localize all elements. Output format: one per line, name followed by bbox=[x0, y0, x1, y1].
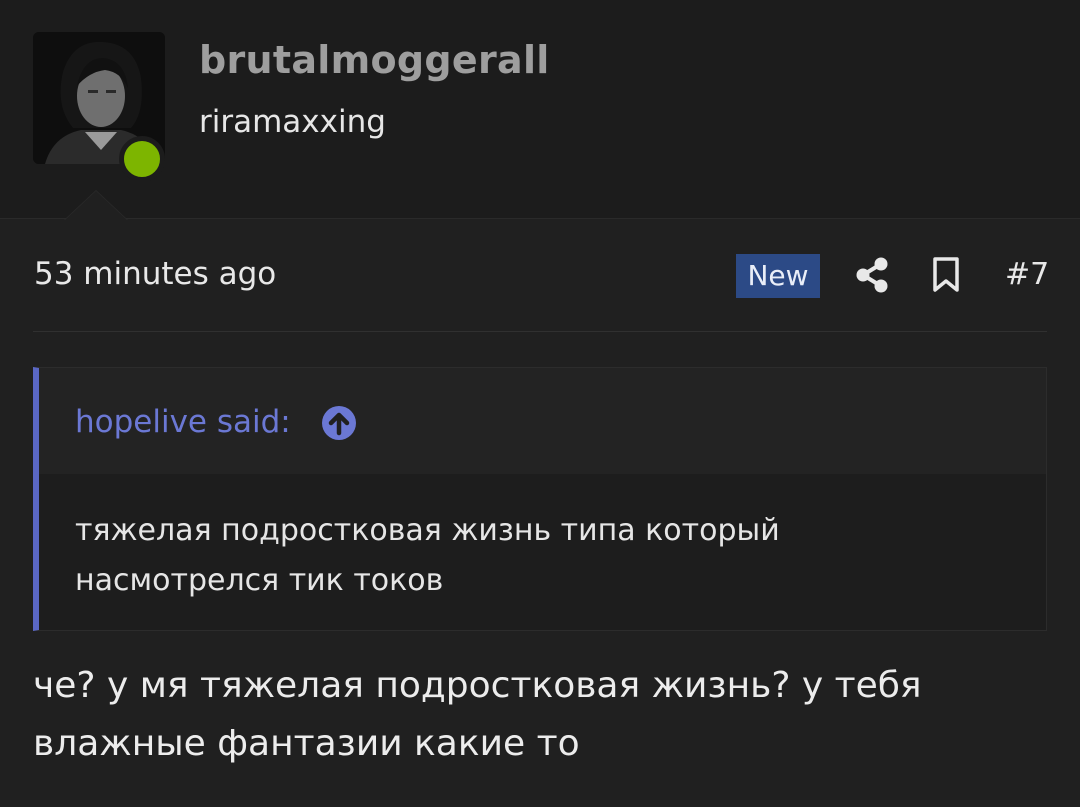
header-pointer bbox=[65, 191, 127, 220]
message-line: влажные фантазии какие то bbox=[33, 723, 580, 764]
quote-line: тяжелая подростковая жизнь типа который bbox=[75, 513, 780, 548]
username[interactable]: brutalmoggerall bbox=[199, 38, 550, 82]
quote-text: тяжелая подростковая жизнь типа который … bbox=[75, 506, 975, 606]
user-title: riramaxxing bbox=[199, 104, 386, 140]
new-badge: New bbox=[736, 254, 820, 298]
post-number-link[interactable]: #7 bbox=[1005, 257, 1049, 292]
quote-block: hopelive said: тяжелая подростковая жизн… bbox=[33, 367, 1047, 631]
post-user-header: brutalmoggerall riramaxxing bbox=[0, 0, 1080, 219]
share-icon[interactable] bbox=[855, 256, 889, 294]
quote-line: насмотрелся тик токов bbox=[75, 563, 444, 598]
meta-divider bbox=[33, 331, 1047, 332]
online-status-indicator bbox=[119, 136, 165, 182]
quote-header: hopelive said: bbox=[39, 368, 1046, 474]
message-line: че? у мя тяжелая подростковая жизнь? у т… bbox=[33, 665, 922, 706]
post-timestamp[interactable]: 53 minutes ago bbox=[34, 256, 276, 292]
arrow-up-circle-icon[interactable] bbox=[321, 405, 357, 441]
quote-author-link[interactable]: hopelive said: bbox=[75, 404, 291, 440]
post-message: че? у мя тяжелая подростковая жизнь? у т… bbox=[33, 657, 1033, 773]
bookmark-icon[interactable] bbox=[931, 256, 961, 294]
